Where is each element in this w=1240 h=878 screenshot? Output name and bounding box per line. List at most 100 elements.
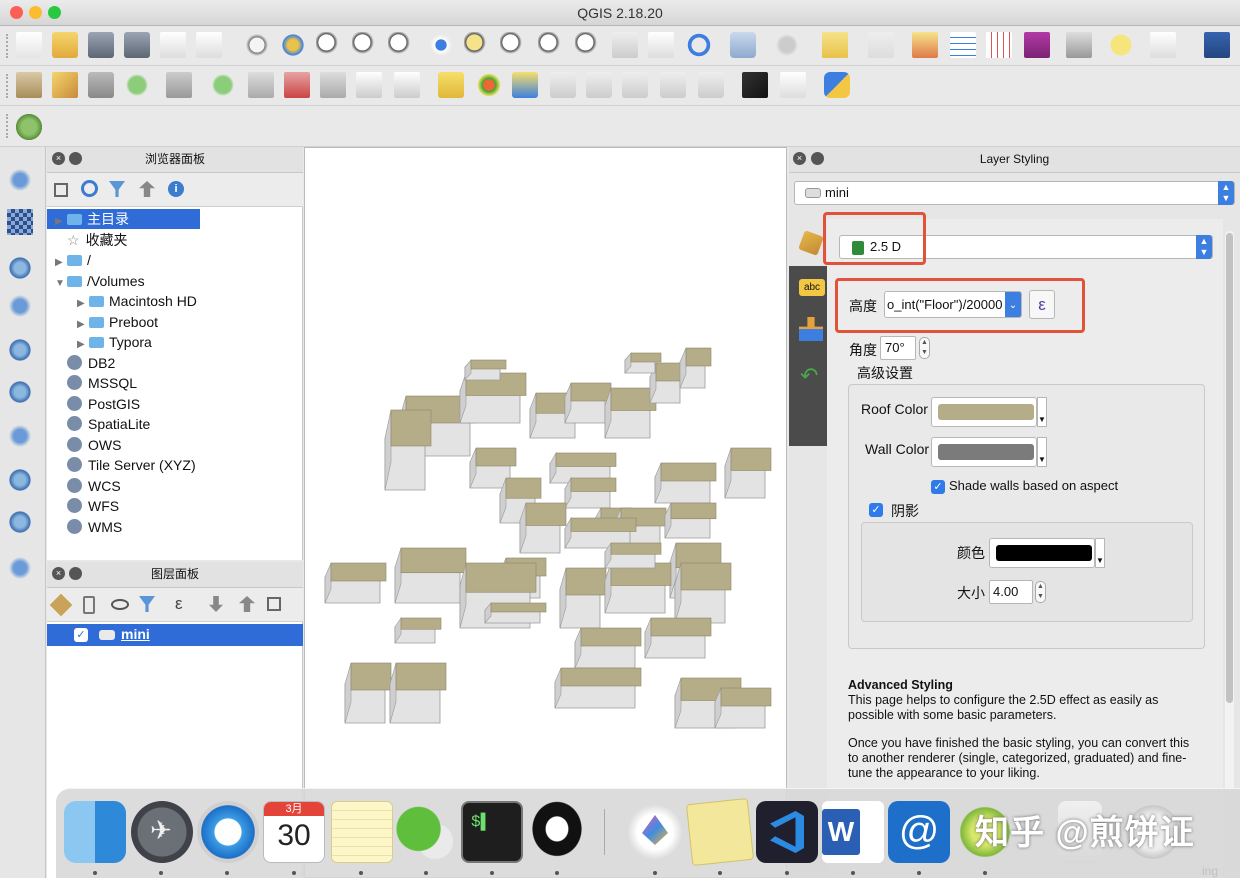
map-canvas[interactable] [304,147,787,878]
shadow-color-button[interactable] [989,538,1095,568]
browser-item[interactable]: OWS [47,435,303,455]
vscode-icon[interactable] [756,801,818,863]
safari-icon[interactable] [197,801,259,863]
finder-icon[interactable] [64,801,126,863]
calendar-icon[interactable]: 3月 30 [263,801,325,863]
map-tips-icon[interactable] [612,32,638,58]
zoom-to-layer-icon[interactable] [500,32,526,58]
add-group-icon[interactable] [83,596,95,614]
history-tab-icon[interactable]: ↶ [800,365,818,387]
copy-features-icon[interactable] [356,72,382,98]
add-raster-layer-icon[interactable] [7,209,33,235]
terminal-icon[interactable]: $▌ [461,801,523,863]
toolbar-grip[interactable] [6,34,12,58]
angle-spinbox[interactable]: 70° [880,336,916,360]
identify-icon[interactable] [730,32,756,58]
refresh-icon[interactable] [81,180,98,197]
shadow-checkbox[interactable]: ✓ [869,503,883,517]
browser-item[interactable]: WMS [47,517,303,537]
cut-features-icon[interactable] [320,72,346,98]
remove-layer-icon[interactable] [267,597,281,611]
notes-icon[interactable] [331,801,393,863]
select-by-rect-icon[interactable] [822,32,848,58]
browser-item[interactable]: ▶ / [47,250,303,270]
labels-tab-icon[interactable]: abc [799,279,825,296]
browser-item[interactable]: Tile Server (XYZ) [47,455,303,475]
attribute-table-icon[interactable] [950,32,976,58]
new-shapefile-icon[interactable] [7,509,33,535]
measure-line-icon[interactable] [1066,32,1092,58]
current-edits-icon[interactable] [16,72,42,98]
close-panel-icon[interactable]: × [52,152,65,165]
zoom-in-icon[interactable] [316,32,342,58]
zoom-full-icon[interactable] [428,32,454,58]
new-project-icon[interactable] [16,32,42,58]
browser-item[interactable]: WFS [47,496,303,516]
open-project-icon[interactable] [52,32,78,58]
map-tips-bubble-icon[interactable] [1108,32,1134,58]
zoom-next-icon[interactable] [575,32,601,58]
bookmark-icon[interactable] [648,32,674,58]
minimize-window-button[interactable] [29,6,42,19]
zoom-last-icon[interactable] [538,32,564,58]
text-annotation-icon[interactable] [1150,32,1176,58]
info-icon[interactable]: i [168,181,184,197]
browser-item[interactable]: SpatiaLite [47,414,303,434]
launchpad-icon[interactable]: ✈ [131,801,193,863]
help-icon[interactable] [1204,32,1230,58]
chevron-updown-icon[interactable]: ▲ ▼ [1196,235,1212,259]
styling-scrollbar-thumb[interactable] [1226,233,1233,703]
filter-icon[interactable] [109,181,125,197]
pan-map-icon[interactable] [244,32,270,58]
add-delimited-text-icon[interactable] [7,255,33,281]
style-manager-icon[interactable] [49,593,73,617]
visibility-icon[interactable] [111,599,129,610]
add-postgis-layer-icon[interactable] [7,293,33,319]
roof-color-button[interactable] [931,397,1037,427]
close-panel-icon[interactable]: × [52,567,65,580]
shadow-size-stepper[interactable]: ▲ ▼ [1035,581,1046,603]
field-calculator-icon[interactable] [986,32,1012,58]
layer-select[interactable]: mini ▲ ▼ [794,181,1235,205]
statistics-sigma-icon[interactable] [1024,32,1050,58]
add-wms-layer-icon[interactable] [7,337,33,363]
browser-item[interactable]: DB2 [47,353,303,373]
add-feature-icon[interactable] [124,72,150,98]
shade-walls-checkbox[interactable]: ✓ [931,480,945,494]
float-panel-icon[interactable] [811,152,824,165]
deselect-icon[interactable] [912,32,938,58]
add-spatialite-layer-icon[interactable] [7,467,33,493]
browser-item[interactable]: PostGIS [47,394,303,414]
label-pin-icon[interactable] [476,72,502,98]
layer-visibility-checkbox[interactable]: ✓ [74,628,88,642]
new-virtual-layer-icon[interactable] [7,555,33,581]
select-by-expression-icon[interactable] [868,32,894,58]
python-console-icon[interactable] [824,72,850,98]
add-wcs-layer-icon[interactable] [7,379,33,405]
move-label-icon[interactable] [622,72,648,98]
expand-all-icon[interactable] [209,596,223,612]
zoom-to-selection-icon[interactable] [464,32,490,58]
rotate-label-icon[interactable] [660,72,686,98]
qq-icon[interactable] [526,801,588,863]
layer-row-mini[interactable]: ✓ mini [47,624,303,646]
browser-item[interactable]: MSSQL [47,373,303,393]
browser-item[interactable]: ▶ Macintosh HD [47,291,303,311]
sketch-icon[interactable] [624,801,686,863]
styling-scrollbar[interactable] [1225,231,1234,791]
close-panel-icon[interactable]: × [793,152,806,165]
zoom-native-icon[interactable] [388,32,414,58]
pan-to-selection-icon[interactable] [280,32,306,58]
node-tool-icon[interactable] [166,72,192,98]
change-label-icon[interactable] [698,72,724,98]
node-editor-icon[interactable] [248,72,274,98]
add-vector-layer-icon[interactable] [7,167,33,193]
word-icon[interactable]: W [822,801,884,863]
toolbar-grip[interactable] [6,74,12,98]
zoom-window-button[interactable] [48,6,61,19]
highlight-pinned-icon[interactable] [512,72,538,98]
stickies-icon[interactable] [685,797,755,867]
angle-stepper[interactable]: ▲ ▼ [919,337,930,359]
filter-legend-icon[interactable] [139,596,155,612]
expression-filter-icon[interactable]: ε [175,594,183,614]
